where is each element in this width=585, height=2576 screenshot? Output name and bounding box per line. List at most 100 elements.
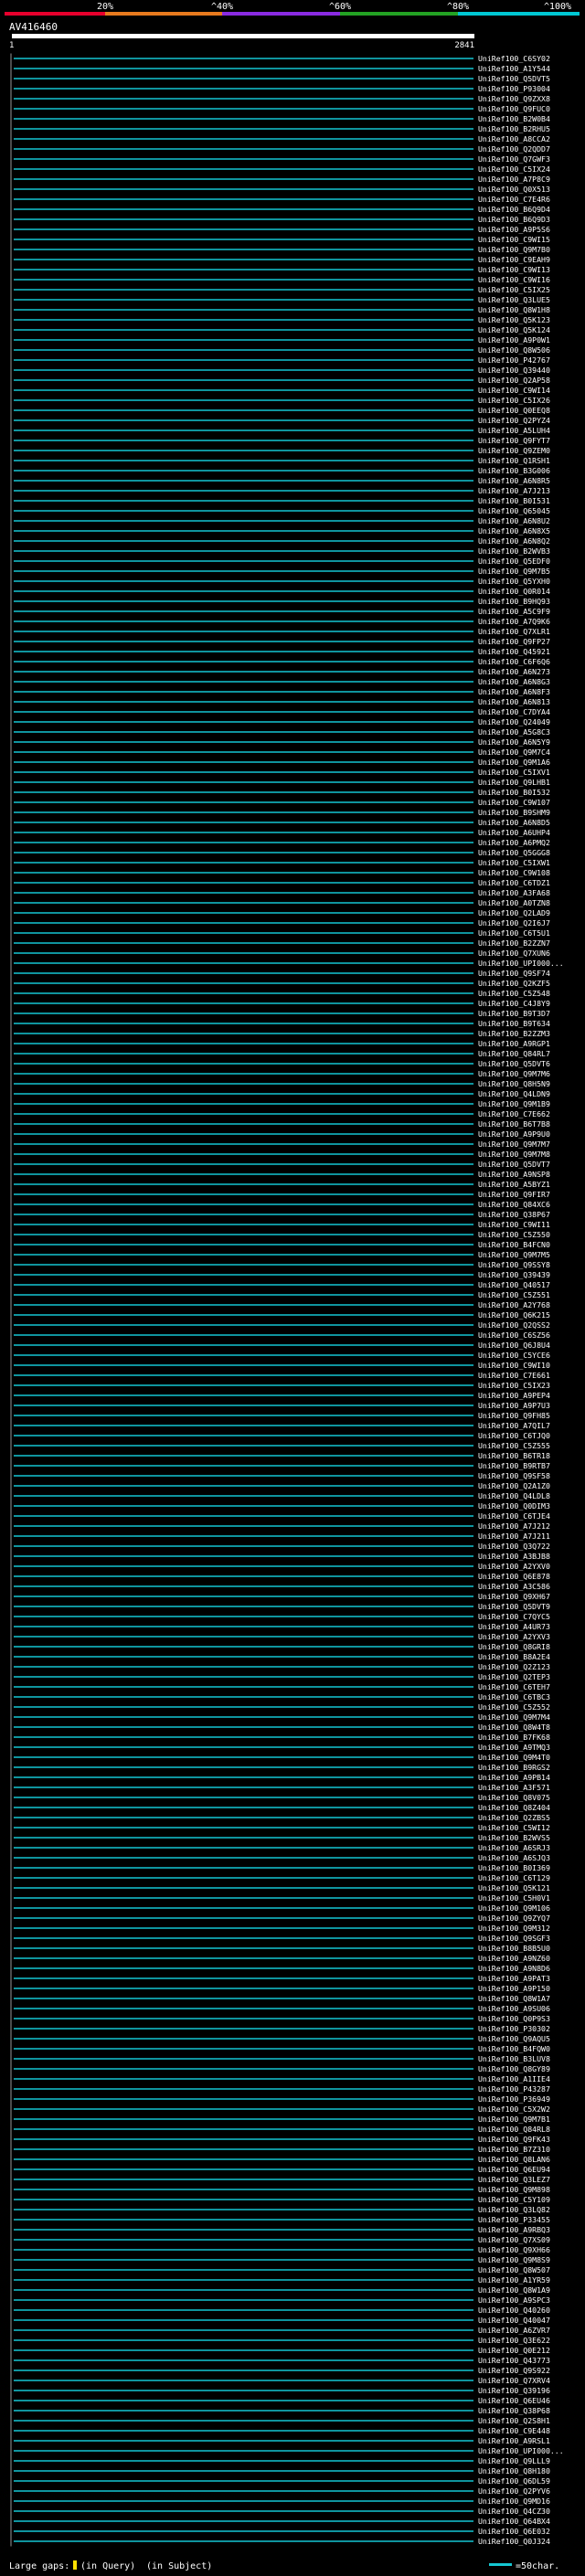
hit-row[interactable]: UniRef100_A6N273 (10, 666, 550, 677)
hit-row[interactable]: UniRef100_Q9AQU5 (10, 2033, 550, 2044)
hit-label[interactable]: UniRef100_B0I369 (478, 1863, 550, 1872)
hit-label[interactable]: UniRef100_Q9SF74 (478, 969, 550, 978)
hit-label[interactable]: UniRef100_B7Z310 (478, 2145, 550, 2154)
hit-label[interactable]: UniRef100_Q4CZ30 (478, 2507, 550, 2516)
hit-label[interactable]: UniRef100_Q9FK43 (478, 2135, 550, 2144)
hit-row[interactable]: UniRef100_C5Z552 (10, 1701, 550, 1712)
hit-label[interactable]: UniRef100_Q9FP27 (478, 637, 550, 646)
hit-row[interactable]: UniRef100_B6Q9D4 (10, 204, 550, 215)
hit-label[interactable]: UniRef100_Q9M7M6 (478, 1069, 550, 1078)
hit-row[interactable]: UniRef100_A5BYZ1 (10, 1179, 550, 1190)
hit-label[interactable]: UniRef100_C9WI11 (478, 1220, 550, 1229)
hit-label[interactable]: UniRef100_Q0R014 (478, 587, 550, 596)
hit-row[interactable]: UniRef100_Q3LEZ7 (10, 2174, 550, 2185)
hit-label[interactable]: UniRef100_Q6DL59 (478, 2476, 550, 2486)
hit-label[interactable]: UniRef100_B6TR18 (478, 1451, 550, 1460)
hit-label[interactable]: UniRef100_A3C586 (478, 1582, 550, 1591)
hit-row[interactable]: UniRef100_Q9M1B9 (10, 1098, 550, 1109)
hit-label[interactable]: UniRef100_A9RBQ3 (478, 2225, 550, 2234)
hit-row[interactable]: UniRef100_A5G8C3 (10, 726, 550, 737)
hit-label[interactable]: UniRef100_Q5DVT6 (478, 1059, 550, 1068)
hit-row[interactable]: UniRef100_C5Y109 (10, 2194, 550, 2205)
hit-label[interactable]: UniRef100_Q2Z123 (478, 1662, 550, 1671)
hit-row[interactable]: UniRef100_B9SHM9 (10, 807, 550, 818)
hit-row[interactable]: UniRef100_B9RGS2 (10, 1762, 550, 1773)
hit-label[interactable]: UniRef100_C9WI10 (478, 1361, 550, 1370)
hit-label[interactable]: UniRef100_B6T7B8 (478, 1119, 550, 1129)
hit-row[interactable]: UniRef100_Q8W507 (10, 2264, 550, 2275)
hit-label[interactable]: UniRef100_B2ZZN7 (478, 938, 550, 948)
hit-row[interactable]: UniRef100_Q2AP58 (10, 375, 550, 386)
hit-row[interactable]: UniRef100_Q1RSH1 (10, 455, 550, 466)
hit-row[interactable]: UniRef100_B6T7B8 (10, 1118, 550, 1129)
hit-label[interactable]: UniRef100_C7DYA4 (478, 707, 550, 716)
hit-label[interactable]: UniRef100_Q45921 (478, 647, 550, 656)
hit-row[interactable]: UniRef100_P43287 (10, 2083, 550, 2094)
hit-row[interactable]: UniRef100_P30302 (10, 2023, 550, 2034)
hit-label[interactable]: UniRef100_Q39196 (478, 2386, 550, 2395)
hit-label[interactable]: UniRef100_P36949 (478, 2094, 550, 2104)
hit-label[interactable]: UniRef100_A6N8D5 (478, 818, 550, 827)
hit-label[interactable]: UniRef100_Q0EEQ8 (478, 406, 550, 415)
hit-row[interactable]: UniRef100_A9RGP1 (10, 1038, 550, 1049)
hit-row[interactable]: UniRef100_Q9FUC0 (10, 103, 550, 114)
hit-row[interactable]: UniRef100_Q8W1A7 (10, 1993, 550, 2004)
hit-label[interactable]: UniRef100_Q5K121 (478, 1883, 550, 1892)
hit-label[interactable]: UniRef100_A3FA68 (478, 888, 550, 897)
hit-label[interactable]: UniRef100_B0I532 (478, 788, 550, 797)
hit-row[interactable]: UniRef100_Q9ZYQ7 (10, 1913, 550, 1924)
hit-label[interactable]: UniRef100_C9WI15 (478, 235, 550, 244)
hit-label[interactable]: UniRef100_B9T634 (478, 1019, 550, 1028)
hit-label[interactable]: UniRef100_A2Y768 (478, 1300, 550, 1309)
hit-label[interactable]: UniRef100_C6T129 (478, 1873, 550, 1882)
hit-label[interactable]: UniRef100_C4J8Y9 (478, 999, 550, 1008)
hit-label[interactable]: UniRef100_Q8H180 (478, 2466, 550, 2475)
hit-row[interactable]: UniRef100_Q0E212 (10, 2345, 550, 2356)
hit-label[interactable]: UniRef100_Q8Z404 (478, 1803, 550, 1812)
hit-label[interactable]: UniRef100_C5IX24 (478, 164, 550, 174)
hit-row[interactable]: UniRef100_Q8W1A9 (10, 2284, 550, 2295)
hit-row[interactable]: UniRef100_Q5YXH0 (10, 576, 550, 587)
hit-label[interactable]: UniRef100_A7J211 (478, 1532, 550, 1541)
hit-row[interactable]: UniRef100_Q7XUN6 (10, 948, 550, 959)
hit-row[interactable]: UniRef100_Q2KZF5 (10, 978, 550, 989)
hit-label[interactable]: UniRef100_A8CCA2 (478, 134, 550, 143)
hit-row[interactable]: UniRef100_Q3LUE5 (10, 294, 550, 305)
hit-row[interactable]: UniRef100_Q8LAN6 (10, 2154, 550, 2165)
hit-label[interactable]: UniRef100_Q0P9S3 (478, 2014, 550, 2023)
hit-row[interactable]: UniRef100_C5Z550 (10, 1229, 550, 1240)
hit-label[interactable]: UniRef100_A6SRJ3 (478, 1843, 550, 1852)
hit-label[interactable]: UniRef100_A7QIL7 (478, 1421, 550, 1430)
hit-row[interactable]: UniRef100_C7E4R6 (10, 194, 550, 205)
hit-row[interactable]: UniRef100_Q39440 (10, 365, 550, 376)
hit-label[interactable]: UniRef100_Q9M7C4 (478, 747, 550, 757)
hit-row[interactable]: UniRef100_B2WVB3 (10, 546, 550, 557)
hit-row[interactable]: UniRef100_Q7XRV4 (10, 2375, 550, 2386)
hit-row[interactable]: UniRef100_C9WI11 (10, 1219, 550, 1230)
hit-label[interactable]: UniRef100_Q9ZXX8 (478, 94, 550, 103)
hit-label[interactable]: UniRef100_A4UR73 (478, 1622, 550, 1631)
hit-row[interactable]: UniRef100_Q2QSS2 (10, 1320, 550, 1330)
hit-row[interactable]: UniRef100_B7Z310 (10, 2144, 550, 2155)
hit-row[interactable]: UniRef100_Q9M1A6 (10, 757, 550, 768)
hit-row[interactable]: UniRef100_A9TMQ3 (10, 1742, 550, 1753)
hit-row[interactable]: UniRef100_B3G006 (10, 465, 550, 476)
hit-label[interactable]: UniRef100_A9P150 (478, 1984, 550, 1993)
hit-row[interactable]: UniRef100_Q5K123 (10, 314, 550, 325)
hit-row[interactable]: UniRef100_Q2A1Z0 (10, 1480, 550, 1491)
hit-row[interactable]: UniRef100_A6N8U2 (10, 515, 550, 526)
hit-row[interactable]: UniRef100_A6UHP4 (10, 827, 550, 838)
hit-row[interactable]: UniRef100_Q9XH66 (10, 2244, 550, 2255)
hit-label[interactable]: UniRef100_A5BYZ1 (478, 1180, 550, 1189)
hit-label[interactable]: UniRef100_A9NSP8 (478, 1170, 550, 1179)
hit-row[interactable]: UniRef100_Q38P67 (10, 1209, 550, 1220)
hit-label[interactable]: UniRef100_A3BJB8 (478, 1552, 550, 1561)
hit-row[interactable]: UniRef100_B9T634 (10, 1018, 550, 1029)
hit-label[interactable]: UniRef100_A6N8G3 (478, 677, 550, 686)
hit-label[interactable]: UniRef100_Q9M7M8 (478, 1150, 550, 1159)
hit-label[interactable]: UniRef100_Q2PYZ4 (478, 416, 550, 425)
hit-row[interactable]: UniRef100_Q6EU46 (10, 2395, 550, 2406)
hit-label[interactable]: UniRef100_A9P9U0 (478, 1129, 550, 1139)
hit-label[interactable]: UniRef100_Q40260 (478, 2306, 550, 2315)
hit-label[interactable]: UniRef100_Q8W1H8 (478, 305, 550, 314)
